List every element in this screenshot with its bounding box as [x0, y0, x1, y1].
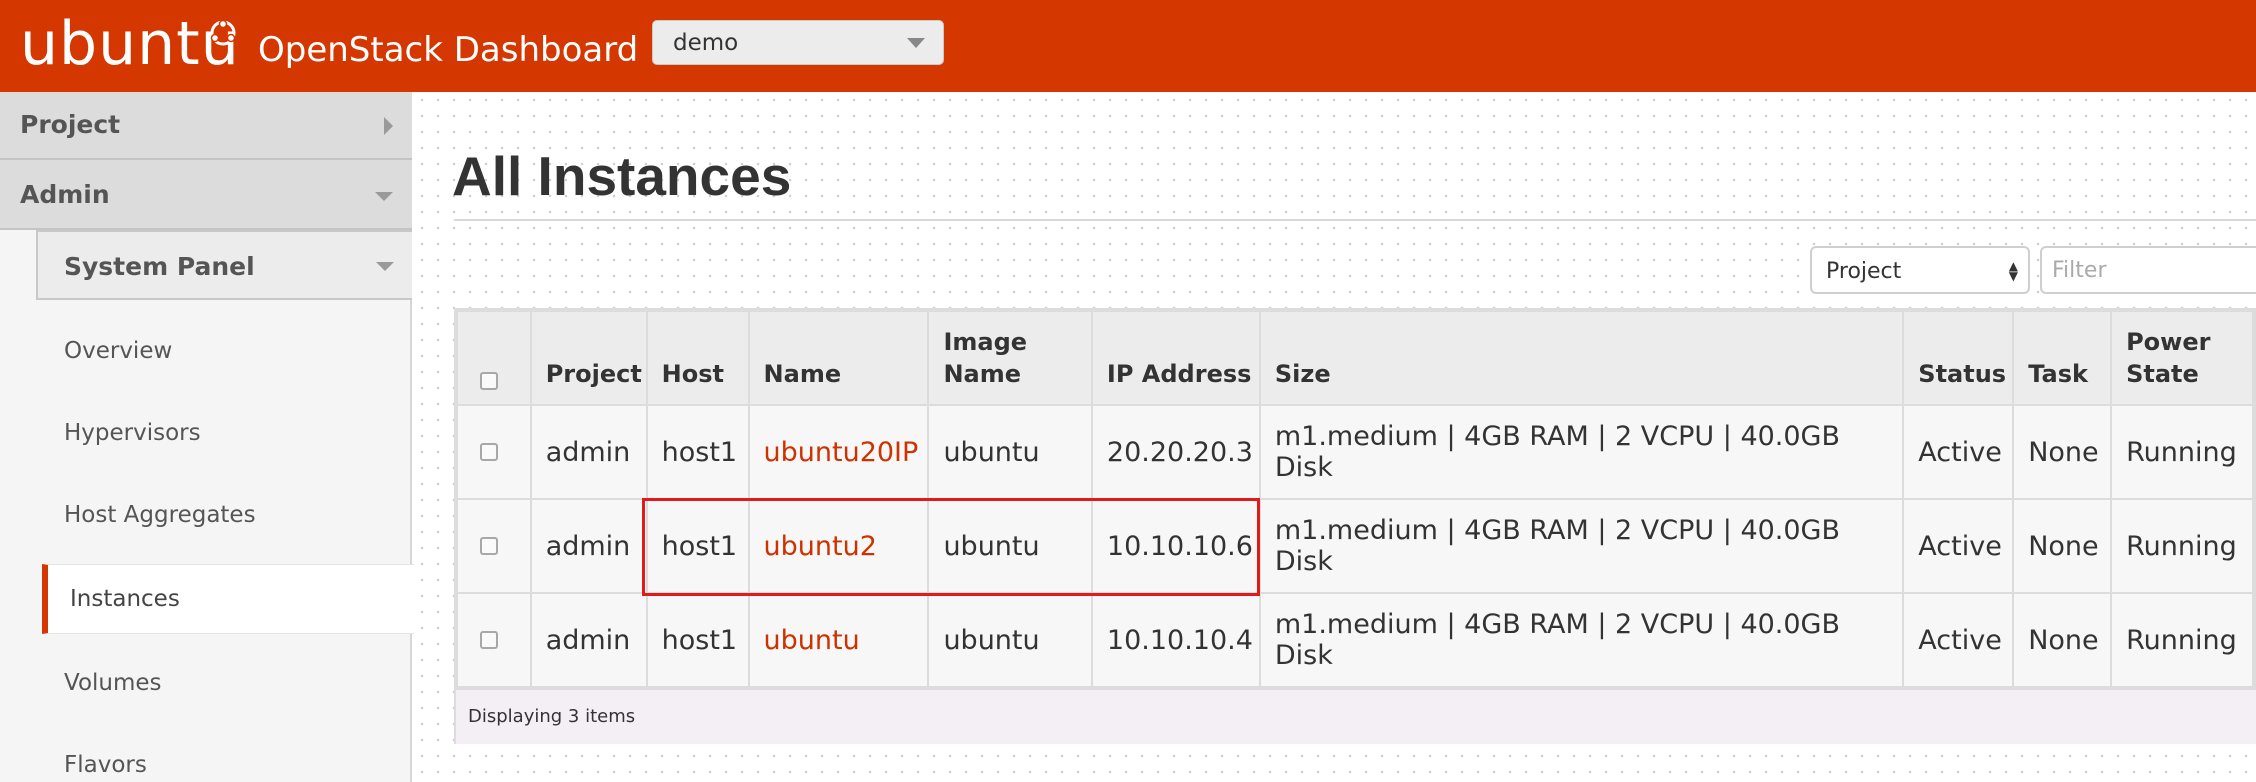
cell-size: m1.medium | 4GB RAM | 2 VCPU | 40.0GB Di…: [1258, 498, 1905, 594]
row-checkbox[interactable]: [480, 631, 498, 649]
chevron-right-icon: [384, 117, 393, 135]
sidebar-dashboard-admin[interactable]: Admin: [0, 160, 412, 230]
main-content: All Instances Project ▲▼ Project Host Na…: [414, 92, 2256, 782]
cell-task: None: [2012, 404, 2113, 500]
sidebar-item-hypervisors[interactable]: Hypervisors: [64, 420, 201, 446]
column-header-status[interactable]: Status: [1902, 310, 2015, 406]
instance-link[interactable]: ubuntu2: [764, 531, 877, 562]
select-updown-icon: ▲ ▼: [2008, 259, 2018, 283]
column-header-project[interactable]: Project: [529, 310, 648, 406]
column-header-host[interactable]: Host: [645, 310, 750, 406]
sidebar-item-instances-label: Instances: [70, 586, 180, 612]
cell-status: Active: [1902, 404, 2015, 500]
instance-link[interactable]: ubuntu20IP: [764, 437, 919, 468]
sidebar-dashboard-project[interactable]: Project: [0, 92, 412, 160]
project-switcher-dropdown[interactable]: demo: [652, 20, 944, 65]
cell-project: admin: [529, 498, 648, 594]
cell-ip-address: 10.10.10.6: [1090, 498, 1261, 594]
filter-field-select[interactable]: Project ▲ ▼: [1810, 246, 2030, 294]
sidebar-project-label: Project: [20, 110, 121, 139]
select-all-column: [456, 310, 532, 406]
table-header-row: Project Host Name Image Name IP Address …: [456, 310, 2254, 406]
cell-host: host1: [645, 592, 750, 688]
column-header-task[interactable]: Task: [2012, 310, 2113, 406]
sidebar-system-panel-label: System Panel: [64, 252, 255, 281]
ubuntu-logo[interactable]: ubuntu: [20, 12, 240, 76]
chevron-down-icon: [376, 262, 394, 271]
cell-name: ubuntu20IP: [747, 404, 930, 500]
app-title: OpenStack Dashboard: [258, 30, 639, 70]
column-header-size[interactable]: Size: [1258, 310, 1905, 406]
ubuntu-circle-of-friends-icon: [210, 20, 236, 46]
item-count-text: Displaying 3 items: [468, 706, 636, 727]
chevron-down-icon: [375, 192, 393, 201]
page-title: All Instances: [452, 145, 792, 207]
filter-input[interactable]: [2040, 246, 2256, 294]
cell-task: None: [2012, 592, 2113, 688]
row-checkbox[interactable]: [480, 443, 498, 461]
instance-link[interactable]: ubuntu: [764, 625, 860, 656]
instances-table: Project Host Name Image Name IP Address …: [454, 308, 2256, 744]
cell-project: admin: [529, 404, 648, 500]
table-footer: Displaying 3 items: [456, 688, 2256, 744]
cell-name: ubuntu2: [747, 498, 930, 594]
cell-project: admin: [529, 592, 648, 688]
row-select-cell: [456, 592, 532, 688]
title-divider: [454, 219, 2256, 221]
select-all-checkbox[interactable]: [480, 372, 498, 390]
chevron-down-icon: [907, 38, 925, 48]
sidebar-item-host-aggregates[interactable]: Host Aggregates: [64, 502, 256, 528]
cell-image-name: ubuntu: [927, 592, 1093, 688]
cell-status: Active: [1902, 498, 2015, 594]
sidebar: Project Admin System Panel Overview Hype…: [0, 92, 422, 782]
column-header-ip-address[interactable]: IP Address: [1090, 310, 1261, 406]
table-row: admin host1 ubuntu2 ubuntu 10.10.10.6 m1…: [456, 498, 2254, 594]
sidebar-item-volumes[interactable]: Volumes: [64, 670, 162, 696]
cell-status: Active: [1902, 592, 2015, 688]
column-header-power-state[interactable]: Power State: [2110, 310, 2254, 406]
sidebar-panel-system[interactable]: System Panel: [36, 230, 412, 300]
table-row: admin host1 ubuntu20IP ubuntu 20.20.20.3…: [456, 404, 2254, 500]
cell-power-state: Running: [2110, 498, 2254, 594]
column-header-name[interactable]: Name: [747, 310, 930, 406]
cell-host: host1: [645, 498, 750, 594]
row-select-cell: [456, 404, 532, 500]
cell-ip-address: 20.20.20.3: [1090, 404, 1261, 500]
cell-image-name: ubuntu: [927, 498, 1093, 594]
row-select-cell: [456, 498, 532, 594]
sidebar-item-instances[interactable]: Instances: [42, 564, 422, 634]
cell-size: m1.medium | 4GB RAM | 2 VCPU | 40.0GB Di…: [1258, 592, 1905, 688]
row-checkbox[interactable]: [480, 537, 498, 555]
sidebar-item-flavors[interactable]: Flavors: [64, 752, 147, 778]
cell-image-name: ubuntu: [927, 404, 1093, 500]
sidebar-item-overview[interactable]: Overview: [64, 338, 172, 364]
cell-host: host1: [645, 404, 750, 500]
column-header-image-name[interactable]: Image Name: [927, 310, 1093, 406]
cell-power-state: Running: [2110, 592, 2254, 688]
cell-ip-address: 10.10.10.4: [1090, 592, 1261, 688]
cell-power-state: Running: [2110, 404, 2254, 500]
top-navbar: ubuntu OpenStack Dashboard demo: [0, 0, 2256, 92]
table-row: admin host1 ubuntu ubuntu 10.10.10.4 m1.…: [456, 592, 2254, 688]
cell-size: m1.medium | 4GB RAM | 2 VCPU | 40.0GB Di…: [1258, 404, 1905, 500]
sidebar-admin-label: Admin: [20, 180, 110, 209]
project-switcher-value: demo: [673, 30, 739, 56]
cell-name: ubuntu: [747, 592, 930, 688]
cell-task: None: [2012, 498, 2113, 594]
filter-field-value: Project: [1826, 259, 1902, 284]
